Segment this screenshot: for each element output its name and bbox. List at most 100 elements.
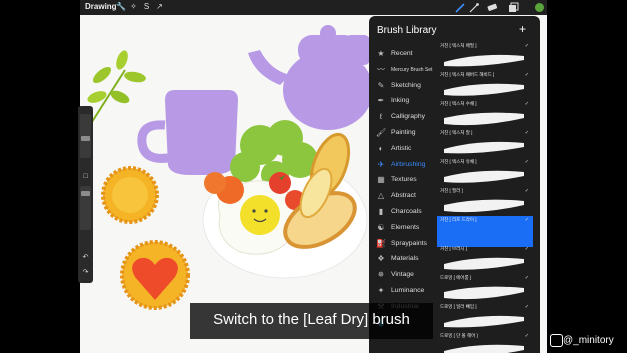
brush-name: 거친 [ 브러시 ] <box>440 246 467 251</box>
vintage-star-icon: ✵ <box>377 270 385 280</box>
brush-stroke-preview <box>440 224 528 244</box>
brush-category-item[interactable]: ✈ Airbrushing <box>369 157 437 173</box>
brush-item[interactable]: 거친 [ 리프 드라이 ] ✓ <box>437 216 533 247</box>
brush-stroke-preview <box>444 170 524 183</box>
calligraphy-icon: ℓ <box>379 112 383 122</box>
spray-can-icon: ⛽ <box>376 238 386 248</box>
heart-cookie-illustration <box>120 240 190 310</box>
brush-stroke-preview <box>444 83 524 96</box>
brush-category-item[interactable]: ☯ Elements <box>369 220 437 236</box>
opacity-slider[interactable] <box>80 186 91 230</box>
brush-category-label: Inking <box>391 97 410 105</box>
gallery-button[interactable]: Drawing <box>85 2 117 11</box>
checkmark-icon: ✓ <box>524 246 529 252</box>
brush-category-label: Sketching <box>391 81 421 89</box>
checkmark-icon: ✓ <box>524 101 529 107</box>
brush-stroke-preview <box>444 344 524 353</box>
add-brush-button[interactable]: + <box>519 22 526 36</box>
layers-icon[interactable] <box>508 2 520 13</box>
subtitle-text: Switch to the [Leaf Dry] brush <box>213 311 410 328</box>
brush-name: 드로잉 [ 일러 빼임 ] <box>440 304 477 309</box>
paint-brush-icon: 🖌 <box>376 128 387 137</box>
palette-icon: ◐ <box>378 143 384 153</box>
redo-icon[interactable]: ↷ <box>81 268 90 277</box>
brush-category-label: Textures <box>391 176 417 184</box>
brush-category-label: Airbrushing <box>391 160 426 168</box>
brush-category-item[interactable]: △ Abstract <box>369 188 437 204</box>
brush-list: 거친 [ 텍스처 배필 ] ✓ 거친 [ 텍스처 패버드 해비드 ] ✓ 거친 [ 텍스… <box>435 42 535 353</box>
brush-category-item[interactable]: ◐ Artistic <box>369 141 437 157</box>
sparkle-icon: ✦ <box>377 286 385 295</box>
brush-stroke-preview <box>444 257 524 270</box>
checkmark-icon: ✓ <box>524 304 529 310</box>
brush-stroke-icon: 〰 <box>377 64 385 74</box>
brush-category-label: Spraypaints <box>391 239 427 247</box>
instagram-icon <box>550 334 563 347</box>
brush-name: 거친 [ 텍스처 수채 ] <box>440 101 477 106</box>
selection-s-icon[interactable]: S <box>142 2 151 12</box>
brush-item[interactable]: 거친 [ 텍스처 패버드 해비드 ] ✓ <box>437 71 533 102</box>
checkmark-icon: ✓ <box>524 43 529 49</box>
brush-name: 거친 [ 텍스처 패버드 해비드 ] <box>440 72 495 77</box>
brush-item[interactable]: 거친 [ 텍스처 배필 ] ✓ <box>437 42 533 73</box>
checkmark-icon: ✓ <box>524 188 529 194</box>
grid-icon: ▦ <box>377 175 385 185</box>
brush-item[interactable]: 드로잉 [ 일러 빼임 ] ✓ <box>437 303 533 334</box>
brush-item[interactable]: 거친 [ 브러시 ] ✓ <box>437 245 533 276</box>
brush-item[interactable]: 드로잉 [ 에어룸 ] ✓ <box>437 274 533 305</box>
brush-category-item[interactable]: ℓ Calligraphy <box>369 109 437 125</box>
magic-wand-icon[interactable]: ✧ <box>129 2 138 12</box>
brush-category-item[interactable]: ✎ Sketching <box>369 78 437 94</box>
brush-category-item[interactable]: ▮ Charcoals <box>369 204 437 220</box>
brush-stroke-preview <box>444 286 524 300</box>
star-icon: ★ <box>377 49 385 58</box>
brush-item[interactable]: 거친 [ 텍스처 유채 ] ✓ <box>437 158 533 189</box>
brush-name: 거친 [ 텍스처 배필 ] <box>440 43 477 48</box>
brush-category-item[interactable]: ⛽ Spraypaints <box>369 236 437 252</box>
brush-item[interactable]: 드로잉 [ 단 볼 헤어 ] ✓ <box>437 332 533 353</box>
pencil-icon: ✎ <box>377 80 385 90</box>
brush-stroke-preview <box>444 199 524 213</box>
brush-category-item[interactable]: ✦ Luminance <box>369 283 437 299</box>
brush-size-slider[interactable] <box>80 114 91 158</box>
brush-category-label: Materials <box>391 255 419 263</box>
eraser-icon[interactable] <box>486 2 498 13</box>
opacity-thumb[interactable] <box>81 191 90 196</box>
modify-square-icon[interactable]: □ <box>81 172 90 181</box>
brush-category-item[interactable]: ▦ Textures <box>369 172 437 188</box>
brush-name: 거친 [ 텍스처 유채 ] <box>440 159 477 164</box>
brush-name: 거친 [ 리프 드라이 ] <box>440 217 477 222</box>
brush-category-label: Elements <box>391 223 420 231</box>
brush-stroke-preview <box>444 141 524 154</box>
brush-item[interactable]: 거친 [ 텍스처 수채 ] ✓ <box>437 100 533 131</box>
checkmark-icon: ✓ <box>524 275 529 281</box>
checkmark-icon: ✓ <box>524 159 529 165</box>
brush-category-item[interactable]: 🖌 Painting <box>369 125 437 141</box>
brush-icon[interactable] <box>454 2 466 13</box>
undo-icon[interactable]: ↶ <box>81 253 90 262</box>
materials-icon: ❖ <box>377 254 385 264</box>
triangle-icon: △ <box>377 191 385 201</box>
brush-category-label: Luminance <box>391 287 425 294</box>
top-toolbar: Drawing 🔧 ✧ S ↗ <box>80 0 547 15</box>
left-sidebar: □ ↶ ↷ <box>78 106 93 283</box>
brush-library-title: Brush Library <box>377 25 437 36</box>
brush-category-item[interactable]: 〰 Mercury Brush Set <box>369 62 437 78</box>
brush-category-label: Mercury Brush Set <box>391 66 433 73</box>
brush-stroke-preview <box>444 54 524 67</box>
brush-category-item[interactable]: ✵ Vintage <box>369 267 437 283</box>
checkmark-icon: ✓ <box>524 217 529 223</box>
brush-category-label: Vintage <box>391 271 414 279</box>
brush-name: 거친 [ 필러 ] <box>440 188 463 193</box>
transform-arrow-icon[interactable]: ↗ <box>155 2 164 12</box>
purple-splash-illustration <box>345 35 370 65</box>
brush-item[interactable]: 거친 [ 필러 ] ✓ <box>437 187 533 218</box>
brush-category-item[interactable]: ✒ Inking <box>369 93 437 109</box>
brush-category-item[interactable]: ★ Recent <box>369 46 437 62</box>
brush-category-item[interactable]: ❖ Materials <box>369 251 437 267</box>
brush-item[interactable]: 거친 [ 텍스처 말 ] ✓ <box>437 129 533 160</box>
brush-size-thumb[interactable] <box>81 136 90 141</box>
wrench-icon[interactable]: 🔧 <box>116 2 126 12</box>
smudge-icon[interactable] <box>468 2 480 13</box>
color-swatch-icon[interactable] <box>535 3 544 12</box>
